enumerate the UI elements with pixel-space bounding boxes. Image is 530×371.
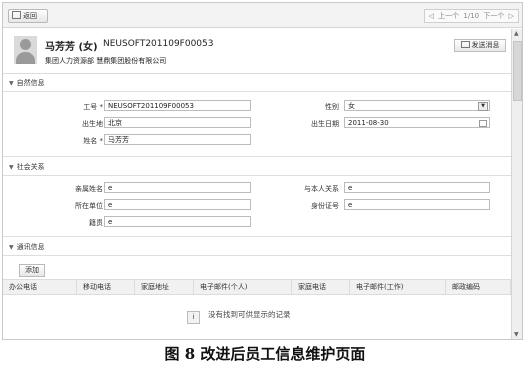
workplace-field[interactable]: e [104,199,251,210]
send-message-label: 发送消息 [471,41,500,49]
prev-button[interactable]: 上一个 [438,12,459,20]
divider [3,91,511,92]
gender-value: 女 [348,102,355,110]
birthdate-field[interactable]: 2011-08-30 [344,117,490,128]
birthdate-value: 2011-08-30 [348,119,389,127]
next-icon[interactable]: ▷ [509,12,514,20]
section-title: 社会关系 [16,163,45,171]
vertical-scrollbar[interactable]: ▲ ▼ [511,29,522,339]
birthplace-label: 出生地 [82,120,103,128]
column-header[interactable]: 办公电话 [3,280,77,294]
toolbar: 返回 ◁ 上一个 1/10 下一个 ▷ [3,3,522,28]
name-label: 姓名 * [83,137,103,145]
empty-text: 没有找到可供显示的记录 [208,310,291,319]
column-header[interactable]: 家庭电话 [292,280,350,294]
scroll-up-icon[interactable]: ▲ [514,30,519,37]
employee-header: 马芳芳 (女) NEUSOFT201109F00053 集团人力资源部 慧鼎集团… [3,28,511,74]
back-label: 返回 [23,12,37,20]
id-card-label: 身份证号 [311,202,339,210]
figure-caption: 图 8 改进后员工信息维护页面 [164,345,366,363]
native-place-label: 籍贯 [89,219,103,227]
app-window: 返回 ◁ 上一个 1/10 下一个 ▷ 马芳芳 (女) NEUSOFT20110… [2,2,523,340]
relative-name-field[interactable]: e [104,182,251,193]
column-header[interactable]: 移动电话 [77,280,135,294]
section-title: 通讯信息 [16,243,45,251]
birthplace-field[interactable]: 北京 [104,117,251,128]
next-button[interactable]: 下一个 [483,12,504,20]
info-icon: i [187,311,200,324]
column-header[interactable]: 家庭地址 [135,280,194,294]
divider [3,255,511,256]
divider [3,175,511,176]
column-header[interactable]: 电子邮件(工作) [350,280,446,294]
collapse-icon: ▼ [9,164,14,171]
envelope-icon [460,41,470,48]
back-icon [12,11,21,19]
back-button[interactable]: 返回 [8,9,48,23]
employee-id: NEUSOFT201109F00053 [103,39,214,49]
add-button[interactable]: 添加 [19,264,45,277]
job-no-label: 工号 * [83,103,103,111]
name-field[interactable]: 马芳芳 [104,134,251,145]
collapse-icon: ▼ [9,80,14,87]
divider [3,156,511,157]
id-card-field[interactable]: e [344,199,490,210]
send-message-button[interactable]: 发送消息 [454,39,506,52]
page-indicator: 1/10 [463,12,480,20]
chevron-down-icon[interactable]: ▼ [478,102,488,111]
birthdate-label: 出生日期 [311,120,339,128]
native-place-field[interactable]: e [104,216,251,227]
workplace-label: 所在单位 [75,202,103,210]
section-social[interactable]: ▼ 社会关系 [9,162,45,172]
relative-name-label: 亲属姓名 [75,185,103,193]
relation-field[interactable]: e [344,182,490,193]
section-contact[interactable]: ▼ 通讯信息 [9,242,45,252]
avatar [14,36,37,64]
relation-label: 与本人关系 [304,185,339,193]
contact-table-header: 办公电话 移动电话 家庭地址 电子邮件(个人) 家庭电话 电子邮件(工作) 邮政… [3,279,511,295]
column-header[interactable]: 邮政编码 [446,280,511,294]
pager: ◁ 上一个 1/10 下一个 ▷ [423,9,519,23]
calendar-icon[interactable] [479,120,487,127]
scrollbar-thumb[interactable] [513,41,522,101]
gender-label: 性别 [325,103,339,111]
section-natural-info[interactable]: ▼ 自然信息 [9,78,45,88]
divider [3,236,511,237]
column-header[interactable]: 电子邮件(个人) [194,280,292,294]
job-no-field[interactable]: NEUSOFT201109F00053 [104,100,251,111]
empty-message: i 没有找到可供显示的记录 [187,309,291,324]
section-title: 自然信息 [16,79,45,87]
employee-name: 马芳芳 (女) [45,42,98,53]
gender-select[interactable]: 女 ▼ [344,100,490,111]
collapse-icon: ▼ [9,244,14,251]
employee-subtitle: 集团人力资源部 慧鼎集团股份有限公司 [45,57,167,65]
prev-icon[interactable]: ◁ [429,12,434,20]
scroll-down-icon[interactable]: ▼ [514,331,519,338]
